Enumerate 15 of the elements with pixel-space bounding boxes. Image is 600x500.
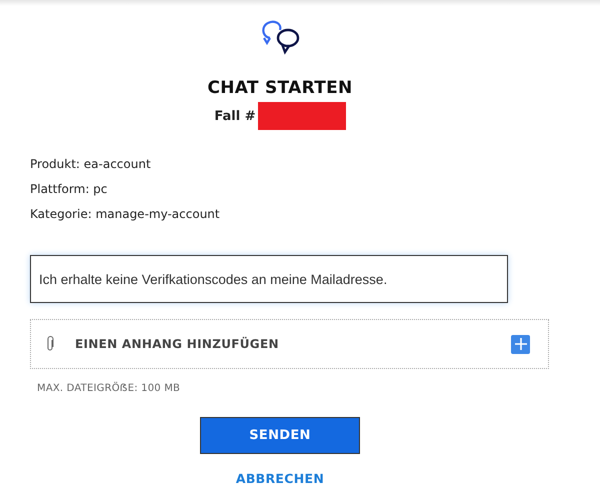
chat-bubbles-icon — [260, 20, 300, 56]
add-attachment-button[interactable] — [511, 334, 530, 354]
message-field[interactable]: Ich erhalte keine Verifkationscodes an meine Mailadresse. — [30, 255, 508, 303]
plus-icon — [514, 338, 526, 350]
attachment-area[interactable]: EINEN ANHANG HINZUFÜGEN — [30, 319, 549, 369]
detail-text: Produkt: ea-account — [30, 156, 152, 173]
file-size-note: MAX. DATEIGRÖẞE: 100 MB — [37, 383, 182, 394]
detail-text: Kategorie: manage-my-account — [30, 206, 221, 223]
paperclip-icon — [47, 336, 55, 352]
detail-text: Plattform: pc — [30, 181, 108, 198]
cancel-link[interactable]: ABBRECHEN — [236, 471, 324, 486]
page-title: CHAT STARTEN — [207, 78, 353, 98]
attachment-label: EINEN ANHANG HINZUFÜGEN — [75, 337, 280, 351]
send-button[interactable]: SENDEN — [200, 417, 360, 454]
case-label: Fall # — [214, 108, 256, 124]
